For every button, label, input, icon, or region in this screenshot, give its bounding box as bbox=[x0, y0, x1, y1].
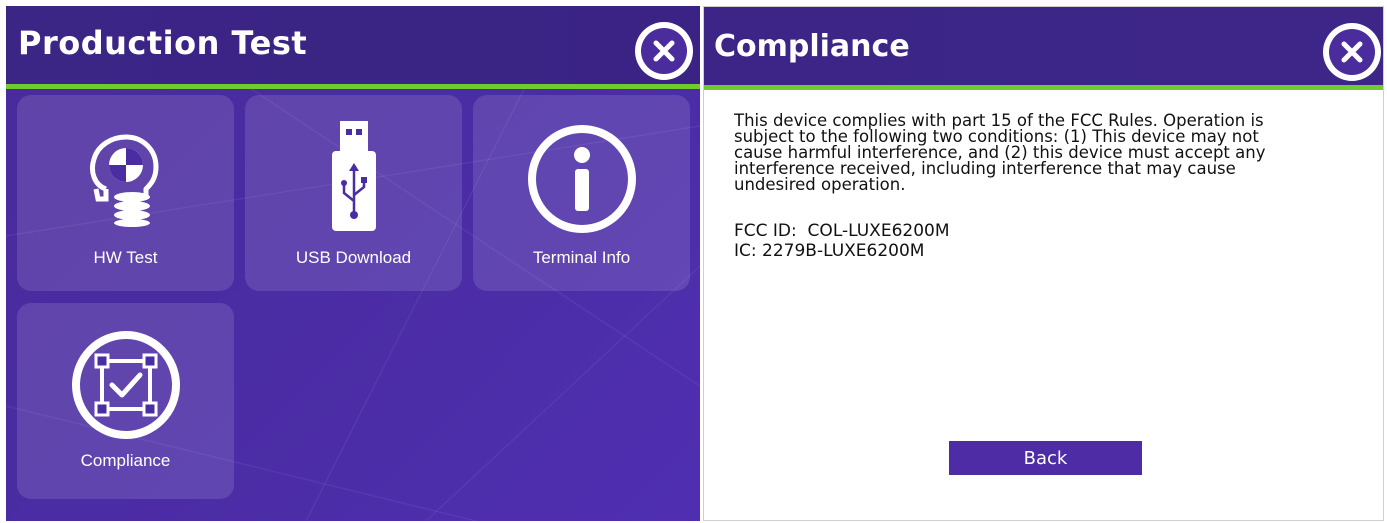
ic-id: IC: 2279B-LUXE6200M bbox=[734, 241, 925, 261]
close-icon bbox=[1329, 29, 1375, 75]
tile-label: Terminal Info bbox=[532, 248, 631, 267]
tile-label: HW Test bbox=[93, 248, 158, 267]
close-button[interactable] bbox=[635, 22, 693, 80]
compliance-statement: This device complies with part 15 of the… bbox=[734, 112, 1364, 194]
tile-terminal-info[interactable]: Terminal Info bbox=[473, 95, 690, 291]
tile-hw-test[interactable]: HW Test bbox=[17, 95, 234, 291]
page-title: Production Test bbox=[18, 24, 308, 62]
head-gears-icon bbox=[89, 134, 158, 227]
usb-drive-icon bbox=[331, 121, 376, 231]
header-divider bbox=[704, 85, 1383, 90]
tile-label: Compliance bbox=[80, 451, 171, 470]
device-ids: FCC ID: COL-LUXE6200M IC: 2279B-LUXE6200… bbox=[734, 221, 950, 261]
compliance-screen: Compliance This device complies with par… bbox=[703, 6, 1384, 521]
compliance-check-icon bbox=[71, 331, 180, 439]
info-icon bbox=[527, 125, 636, 233]
back-button[interactable]: Back bbox=[949, 441, 1142, 475]
tile-compliance[interactable]: Compliance bbox=[17, 303, 234, 499]
fcc-id: FCC ID: COL-LUXE6200M bbox=[734, 221, 950, 241]
production-test-screen: Production Test HW Test USB Download Ter… bbox=[6, 6, 700, 521]
tile-label: USB Download bbox=[295, 248, 412, 267]
close-icon bbox=[641, 28, 687, 74]
header-divider bbox=[6, 84, 700, 89]
page-title: Compliance bbox=[714, 29, 910, 64]
tile-usb-download[interactable]: USB Download bbox=[245, 95, 462, 291]
statement-line: undesired operation. bbox=[734, 175, 906, 194]
close-button[interactable] bbox=[1323, 23, 1381, 81]
